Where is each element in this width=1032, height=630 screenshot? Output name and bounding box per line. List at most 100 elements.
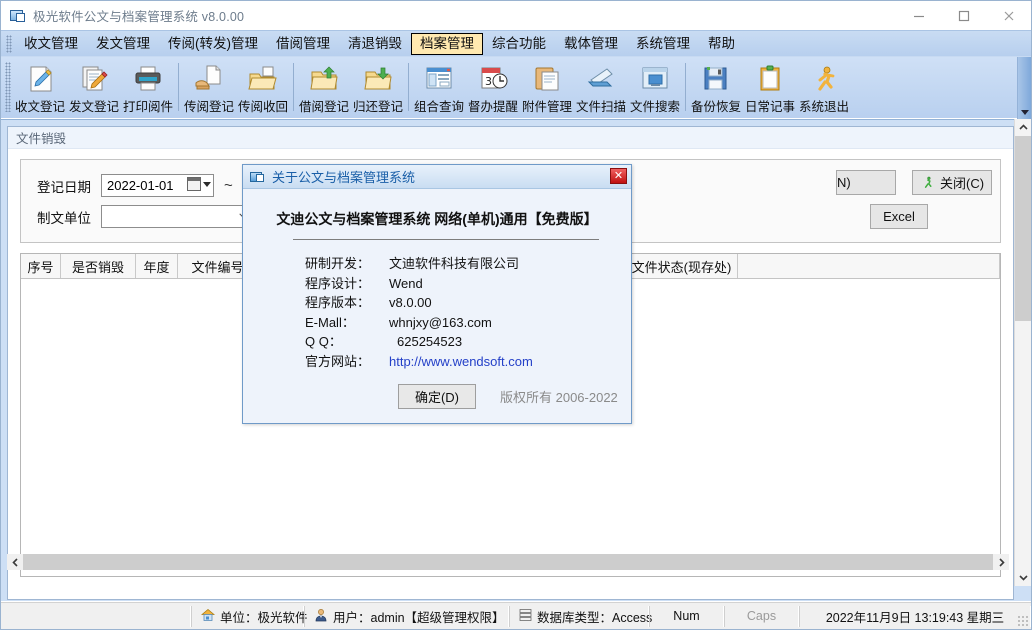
- menu-item-bangzhu[interactable]: 帮助: [699, 33, 744, 55]
- chevron-right-icon[interactable]: [993, 554, 1009, 570]
- menu-item-zaiti[interactable]: 载体管理: [555, 33, 627, 55]
- info-row-qq: Q Q： 625254523: [305, 332, 631, 352]
- chevron-left-icon[interactable]: [7, 554, 23, 570]
- horizontal-scrollbar[interactable]: [7, 554, 1009, 570]
- menu-item-shouwen[interactable]: 收文管理: [15, 33, 87, 55]
- toolbar-label: 文件搜索: [629, 100, 680, 114]
- chevron-down-icon: [203, 181, 211, 187]
- window-title: 极光软件公文与档案管理系统 v8.0.00: [33, 10, 245, 24]
- vertical-scroll-thumb[interactable]: [1015, 136, 1031, 321]
- menu-item-chuanyue[interactable]: 传阅(转发)管理: [159, 33, 267, 55]
- running-man-icon: [920, 175, 935, 190]
- chevron-down-icon[interactable]: [1015, 569, 1031, 586]
- menu-item-qingtui[interactable]: 清退销毁: [339, 33, 411, 55]
- toolbar-button-chuanyueshouhui[interactable]: 传阅收回: [236, 59, 290, 115]
- toolbar-button-xitongtuichu[interactable]: 系统退出: [797, 59, 851, 115]
- export-excel-button[interactable]: Excel: [870, 204, 928, 229]
- dialog-info-list: 研制开发： 文迪软件科技有限公司 程序设计： Wend 程序版本： v8.0.0…: [305, 254, 631, 371]
- application-window: 极光软件公文与档案管理系统 v8.0.00 收文管理 发文管理 传阅(转发)管理…: [0, 0, 1032, 630]
- horizontal-scroll-thumb[interactable]: [23, 554, 993, 570]
- info-row-designer: 程序设计： Wend: [305, 274, 631, 294]
- toolbar-label: 归还登记: [352, 100, 403, 114]
- toolbar-button-wenjiansousuo[interactable]: 文件搜索: [628, 59, 682, 115]
- close-button[interactable]: [986, 1, 1031, 30]
- menu-item-zonghe[interactable]: 综合功能: [483, 33, 555, 55]
- toolbar-separator: [178, 63, 179, 111]
- toolbar-button-zuhechaxun[interactable]: 组合查询: [412, 59, 466, 115]
- export-excel-label: Excel: [883, 209, 915, 224]
- toolbar-button-jieyuedengji[interactable]: 借阅登记: [297, 59, 351, 115]
- title-bar: 极光软件公文与档案管理系统 v8.0.00: [1, 1, 1031, 30]
- resize-grip[interactable]: [1017, 615, 1029, 627]
- toolbar-button-duban[interactable]: 31 督办提醒: [466, 59, 520, 115]
- menu-item-dangan[interactable]: 档案管理: [411, 32, 483, 55]
- close-form-button[interactable]: 关闭(C): [912, 170, 992, 195]
- table-header-shifouxiaohui[interactable]: 是否销毁: [61, 254, 136, 278]
- date-label: 登记日期: [37, 179, 91, 195]
- new-button[interactable]: N): [836, 170, 896, 195]
- menu-drag-grip[interactable]: [6, 34, 12, 53]
- window-controls: [896, 1, 1031, 30]
- toolbar-separator: [293, 63, 294, 111]
- status-cell-blank: [1, 605, 191, 627]
- toolbar-label: 文件扫描: [575, 100, 626, 114]
- registration-date-input[interactable]: 2022-01-01: [101, 174, 214, 197]
- toolbar-button-shouwendengji[interactable]: 收文登记: [13, 59, 67, 115]
- toolbar-label: 收文登记: [14, 100, 65, 114]
- dialog-close-button[interactable]: ✕: [610, 168, 627, 184]
- table-header-niandu[interactable]: 年度: [136, 254, 178, 278]
- minimize-button[interactable]: [896, 1, 941, 30]
- date-filter-row: 登记日期 2022-01-01 ~: [37, 174, 233, 197]
- toolbar-button-richangjishi[interactable]: 日常记事: [743, 59, 797, 115]
- child-window-title: 文件销毁: [8, 127, 1013, 149]
- dialog-body: 文迪公文与档案管理系统 网络(单机)通用【免费版】 研制开发： 文迪软件科技有限…: [243, 189, 631, 423]
- maximize-button[interactable]: [941, 1, 986, 30]
- date-range-separator: ~: [224, 177, 233, 194]
- toolbar-button-guihuandengji[interactable]: 归还登记: [351, 59, 405, 115]
- toolbar-label: 督办提醒: [467, 100, 518, 114]
- dialog-title-bar[interactable]: 关于公文与档案管理系统 ✕: [243, 165, 631, 189]
- app-icon: [250, 170, 265, 184]
- toolbar-button-fujianguanli[interactable]: 附件管理: [520, 59, 574, 115]
- status-cell-num: Num: [649, 605, 724, 627]
- dialog-footer: 确定(D) 版权所有 2006-2022: [243, 384, 631, 409]
- toolbar-button-wenjiansaomiao[interactable]: 文件扫描: [574, 59, 628, 115]
- pencil-document-icon: [24, 64, 56, 94]
- date-value: 2022-01-01: [107, 178, 174, 193]
- website-link[interactable]: http://www.wendsoft.com: [389, 352, 533, 372]
- toolbar-button-dayinyuejian[interactable]: 打印阅件: [121, 59, 175, 115]
- toolbar-label: 系统退出: [798, 100, 849, 114]
- toolbar-label: 传阅收回: [237, 100, 288, 114]
- window-list-icon: [423, 64, 455, 94]
- scanner-icon: [585, 64, 617, 94]
- user-icon: [314, 608, 328, 625]
- clipboard-icon: [531, 64, 563, 94]
- status-cell-datetime: 2022年11月9日 13:19:43 星期三: [799, 605, 1031, 627]
- toolbar-label: 日常记事: [744, 100, 795, 114]
- menu-item-fawen[interactable]: 发文管理: [87, 33, 159, 55]
- folder-open-icon: [247, 64, 279, 94]
- chevron-up-icon[interactable]: [1015, 119, 1031, 136]
- toolbar-button-beifenhuifu[interactable]: 备份恢复: [689, 59, 743, 115]
- date-picker-button[interactable]: [187, 177, 211, 191]
- toolbar-drag-grip[interactable]: [5, 62, 11, 112]
- info-value: Wend: [389, 275, 423, 291]
- menu-item-xitong[interactable]: 系统管理: [627, 33, 699, 55]
- calendar-clock-icon: 31: [477, 64, 509, 94]
- menu-item-jieyue[interactable]: 借阅管理: [267, 33, 339, 55]
- toolbar-button-fawendengji[interactable]: 发文登记: [67, 59, 121, 115]
- toolbar-button-chuanyuedengji[interactable]: 传阅登记: [182, 59, 236, 115]
- table-header-wenjianzhuangtai[interactable]: 文件状态(现存处): [626, 254, 738, 278]
- running-man-icon: [808, 64, 840, 94]
- toolbar-overflow-button[interactable]: [1017, 57, 1031, 119]
- status-user-text: 用户：admin【超级管理权限】: [333, 610, 505, 625]
- vertical-scrollbar[interactable]: [1014, 119, 1031, 586]
- floppy-disk-icon: [700, 64, 732, 94]
- toolbar-label: 传阅登记: [183, 100, 234, 114]
- dialog-ok-button[interactable]: 确定(D): [398, 384, 476, 409]
- toolbar: 收文登记 发文登记 打印阅件 传阅登记 传阅收回 借阅登记 归还登记 组合查询 …: [1, 56, 1031, 119]
- table-header-xuhao[interactable]: 序号: [21, 254, 61, 278]
- action-buttons-row: N) 关闭(C): [836, 170, 992, 195]
- unit-label: 制文单位: [37, 210, 91, 226]
- unit-combobox[interactable]: [101, 205, 256, 228]
